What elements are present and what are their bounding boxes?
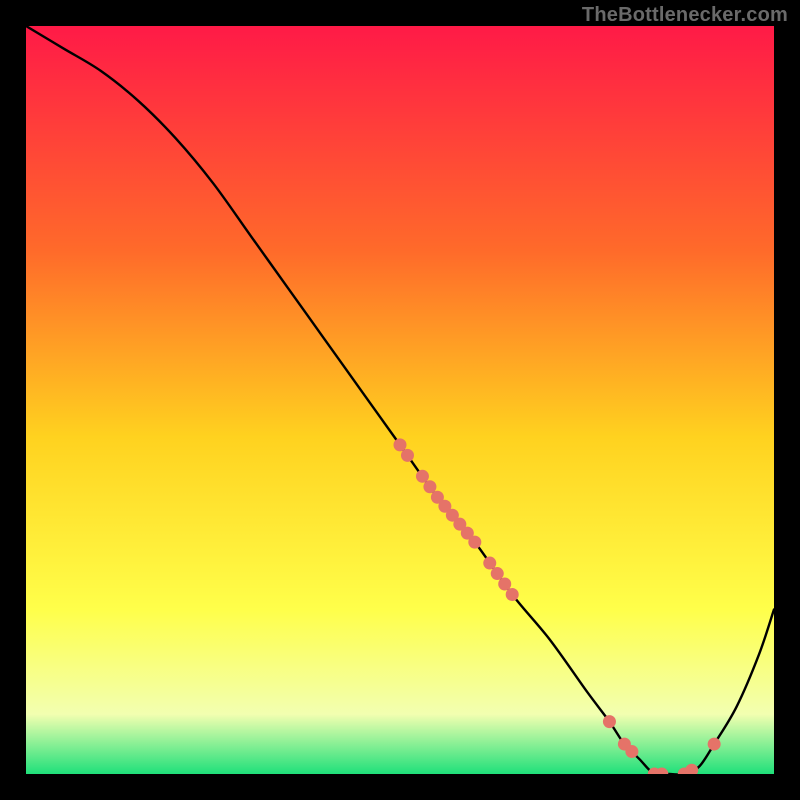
chart-frame: TheBottlenecker.com <box>0 0 800 800</box>
marker-point <box>401 449 414 462</box>
marker-point <box>708 738 721 751</box>
marker-point <box>603 715 616 728</box>
marker-point <box>468 536 481 549</box>
marker-point <box>416 470 429 483</box>
marker-point <box>491 567 504 580</box>
plot-area <box>26 26 774 774</box>
marker-point <box>506 588 519 601</box>
marker-point <box>483 557 496 570</box>
marker-point <box>423 480 436 493</box>
marker-point <box>498 578 511 591</box>
marker-point <box>394 438 407 451</box>
watermark-text: TheBottlenecker.com <box>582 4 788 27</box>
gradient-background <box>26 26 774 774</box>
marker-point <box>625 745 638 758</box>
plot-svg <box>26 26 774 774</box>
